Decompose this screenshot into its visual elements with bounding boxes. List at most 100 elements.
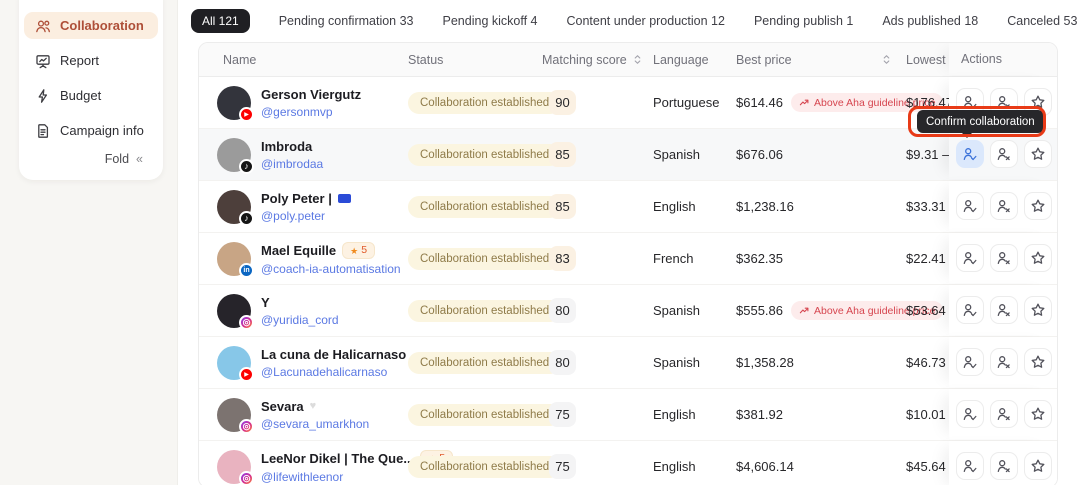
status-tab[interactable]: Pending publish 1 — [754, 14, 853, 28]
column-header-actions: Actions — [949, 43, 1057, 75]
cancel-collaboration-button[interactable] — [990, 348, 1018, 376]
status-badge: Collaboration established — [408, 92, 561, 114]
cancel-collaboration-button[interactable] — [990, 140, 1018, 168]
main-content: All 121 Pending confirmation 33 Pending … — [178, 0, 1080, 485]
avatar — [217, 190, 251, 224]
favorite-button[interactable] — [1024, 140, 1052, 168]
best-price-value: $1,238.16 — [736, 199, 794, 214]
creator-handle-link[interactable]: @gersonmvp — [261, 105, 361, 119]
creator-name: Y — [261, 295, 270, 310]
sidebar-card: Collaboration Report — [19, 0, 163, 180]
row-actions — [949, 389, 1057, 439]
language-value: Spanish — [653, 303, 736, 318]
matching-score: 85 — [549, 194, 576, 219]
table-row[interactable]: LeeNor Dikel | The Que... 5 @lifewithlee… — [199, 441, 1057, 485]
status-tab[interactable]: Pending confirmation 33 — [279, 14, 414, 28]
language-value: English — [653, 407, 736, 422]
favorite-button[interactable] — [1024, 452, 1052, 480]
cancel-collaboration-button[interactable] — [990, 452, 1018, 480]
person-x-icon — [996, 406, 1012, 422]
row-actions — [949, 233, 1057, 283]
creator-name: La cuna de Halicarnaso — [261, 347, 406, 362]
creator-name: Mael Equille — [261, 243, 336, 258]
column-header-name[interactable]: Name — [199, 53, 408, 67]
star-icon — [1030, 250, 1046, 266]
matching-score: 75 — [549, 402, 576, 427]
table-row[interactable]: Poly Peter | @poly.peter Collaboration e… — [199, 181, 1057, 233]
creator-handle-link[interactable]: @imbrodaa — [261, 157, 323, 171]
creator-handle-link[interactable]: @coach-ia-automatisation — [261, 262, 401, 276]
status-tab[interactable]: Canceled 53 — [1007, 14, 1077, 28]
best-price-value: $1,358.28 — [736, 355, 794, 370]
table-header-row: Name Status Matching score Language Best… — [199, 43, 1057, 77]
column-header-status[interactable]: Status — [408, 53, 542, 67]
row-actions — [949, 337, 1057, 387]
confirm-collaboration-button[interactable] — [956, 400, 984, 428]
creator-name: LeeNor Dikel | The Que... — [261, 451, 414, 466]
fold-chevrons-icon: « — [136, 152, 143, 166]
creator-handle-link[interactable]: @poly.peter — [261, 209, 351, 223]
avatar — [217, 138, 251, 172]
row-actions — [949, 285, 1057, 335]
table-row[interactable]: Imbroda @imbrodaa Collaboration establis… — [199, 129, 1057, 181]
star-icon — [1030, 94, 1046, 110]
cancel-collaboration-button[interactable] — [990, 400, 1018, 428]
platform-badge-icon — [239, 471, 254, 485]
table-row[interactable]: Mael Equille 5 @coach-ia-automatisation … — [199, 233, 1057, 285]
cancel-collaboration-button[interactable] — [990, 244, 1018, 272]
best-price-value: $614.46 — [736, 95, 783, 110]
sidebar-item[interactable]: Budget — [24, 82, 158, 109]
table-row[interactable]: La cuna de Halicarnaso @Lacunadehalicarn… — [199, 337, 1057, 389]
fold-label: Fold — [105, 152, 129, 166]
favorite-button[interactable] — [1024, 296, 1052, 324]
column-header-matching-score[interactable]: Matching score — [542, 53, 653, 67]
cancel-collaboration-button[interactable] — [990, 192, 1018, 220]
status-tab[interactable]: Pending kickoff 4 — [443, 14, 538, 28]
platform-badge-icon — [239, 211, 254, 226]
column-header-best-price[interactable]: Best price — [736, 53, 906, 67]
creator-handle-link[interactable]: @sevara_umarkhon — [261, 417, 369, 431]
table-row[interactable]: Y @yuridia_cord Collaboration establishe… — [199, 285, 1057, 337]
star-icon — [1030, 302, 1046, 318]
status-badge: Collaboration established — [408, 456, 561, 478]
status-tab[interactable]: All 121 — [191, 9, 250, 33]
sidebar-item[interactable]: Campaign info — [24, 117, 158, 144]
cancel-collaboration-button[interactable] — [990, 296, 1018, 324]
person-x-icon — [996, 354, 1012, 370]
favorite-button[interactable] — [1024, 192, 1052, 220]
confirm-collaboration-button[interactable] — [956, 296, 984, 324]
avatar — [217, 450, 251, 484]
confirm-collaboration-button[interactable] — [956, 244, 984, 272]
sort-icon[interactable] — [632, 54, 643, 65]
person-check-icon — [962, 406, 978, 422]
sidebar-item[interactable]: Report — [24, 47, 158, 74]
heart-icon: ♥ — [310, 401, 317, 412]
confirm-collaboration-button[interactable] — [956, 452, 984, 480]
sidebar-item[interactable]: Collaboration — [24, 12, 158, 39]
collaboration-page: Collaboration Report — [0, 0, 1080, 485]
creator-handle-link[interactable]: @lifewithleenor — [261, 470, 408, 484]
column-header-language[interactable]: Language — [653, 53, 736, 67]
person-x-icon — [996, 458, 1012, 474]
table-row[interactable]: Sevara ♥ @sevara_umarkhon Collaboration … — [199, 389, 1057, 441]
creator-cell: Imbroda @imbrodaa — [199, 138, 408, 172]
sort-icon[interactable] — [881, 54, 892, 65]
avatar — [217, 86, 251, 120]
favorite-button[interactable] — [1024, 400, 1052, 428]
best-price-value: $362.35 — [736, 251, 783, 266]
fold-button[interactable]: Fold « — [24, 152, 158, 166]
creator-handle-link[interactable]: @yuridia_cord — [261, 313, 339, 327]
status-badge: Collaboration established — [408, 196, 561, 218]
star-icon — [1030, 458, 1046, 474]
confirm-collaboration-button[interactable] — [956, 140, 984, 168]
confirm-collaboration-button[interactable] — [956, 348, 984, 376]
status-tab[interactable]: Content under production 12 — [567, 14, 725, 28]
confirm-collaboration-button[interactable] — [956, 192, 984, 220]
sidebar-item-icon — [35, 18, 51, 34]
favorite-button[interactable] — [1024, 348, 1052, 376]
trending-up-icon — [799, 97, 810, 108]
favorite-button[interactable] — [1024, 244, 1052, 272]
language-value: English — [653, 199, 736, 214]
creator-handle-link[interactable]: @Lacunadehalicarnaso — [261, 365, 406, 379]
status-tab[interactable]: Ads published 18 — [882, 14, 978, 28]
